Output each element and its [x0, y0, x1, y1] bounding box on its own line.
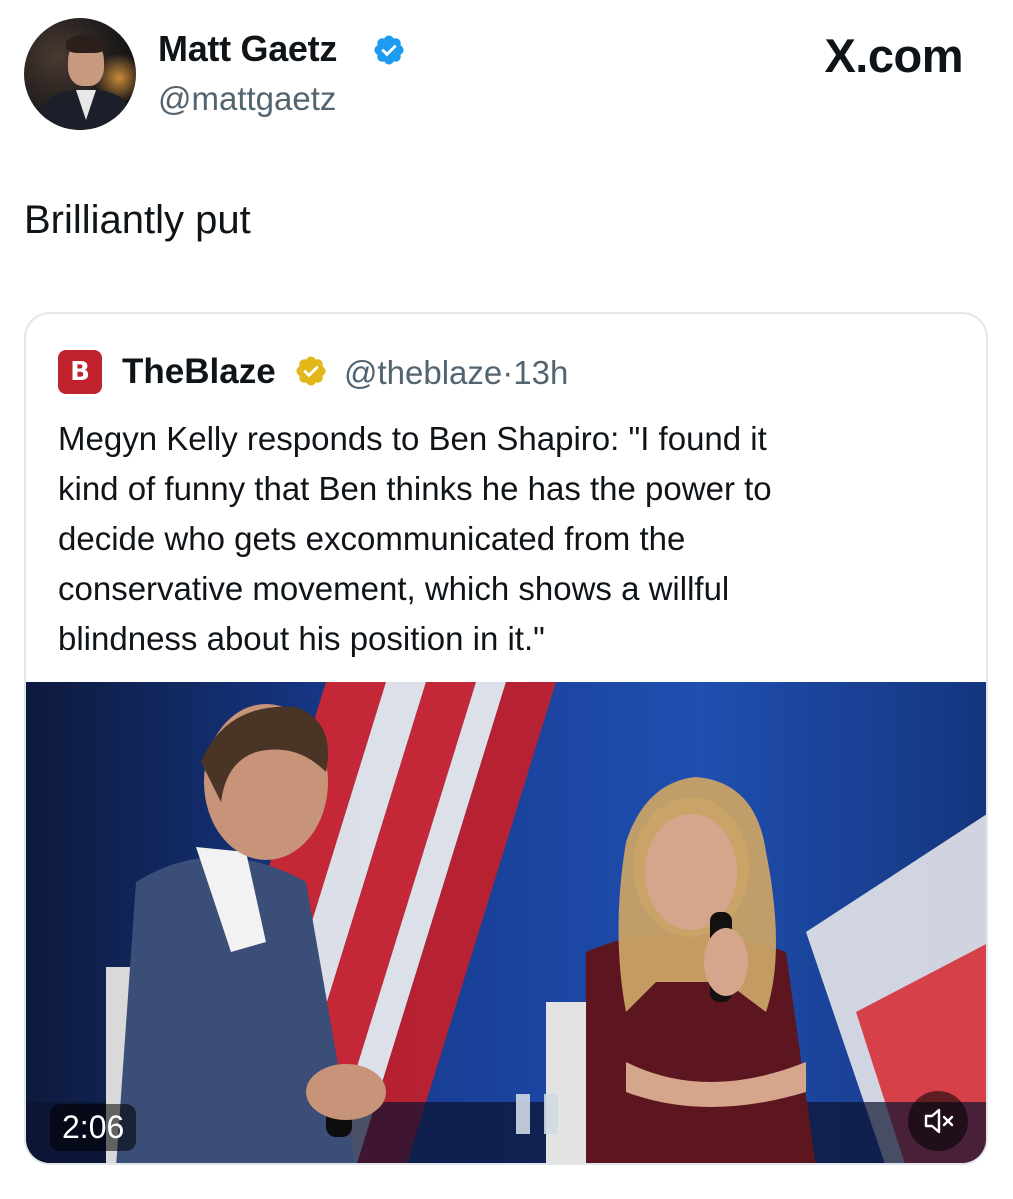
- theblaze-logo-letter: B: [70, 357, 90, 387]
- quoted-text-line: kind of funny that Ben thinks he has the…: [58, 470, 772, 507]
- tweet-text: Brilliantly put: [24, 198, 251, 242]
- author-handle[interactable]: @mattgaetz: [158, 80, 336, 118]
- quoted-timestamp[interactable]: 13h: [513, 354, 568, 391]
- quoted-author-handle[interactable]: @theblaze: [344, 354, 502, 391]
- meta-separator: ·: [502, 354, 514, 391]
- video-player[interactable]: 2:06: [26, 682, 986, 1163]
- avatar-hair: [66, 35, 106, 53]
- video-duration: 2:06: [50, 1104, 137, 1151]
- speaker-muted-icon: [924, 1108, 954, 1134]
- video-frame: [26, 682, 986, 1163]
- quoted-tweet-text: Megyn Kelly responds to Ben Shapiro: "I …: [58, 414, 938, 664]
- author-avatar[interactable]: [24, 18, 136, 130]
- gold-verified-badge-icon: [296, 356, 326, 386]
- verified-badge-icon: [374, 35, 404, 65]
- quoted-author-name[interactable]: TheBlaze: [122, 352, 276, 392]
- theblaze-logo-icon: B: [58, 350, 102, 394]
- brand-logo: X.com: [824, 29, 963, 82]
- quoted-text-line: Megyn Kelly responds to Ben Shapiro: "I …: [58, 420, 767, 457]
- quoted-tweet-card[interactable]: B TheBlaze @theblaze·13h Megyn Kelly res…: [24, 312, 988, 1165]
- quoted-meta: @theblaze·13h: [344, 354, 568, 392]
- mute-button[interactable]: [908, 1091, 968, 1151]
- author-name[interactable]: Matt Gaetz: [158, 28, 337, 70]
- quoted-text-line: blindness about his position in it.": [58, 620, 545, 657]
- quoted-text-line: conservative movement, which shows a wil…: [58, 570, 730, 607]
- quoted-text-line: decide who gets excommunicated from the: [58, 520, 686, 557]
